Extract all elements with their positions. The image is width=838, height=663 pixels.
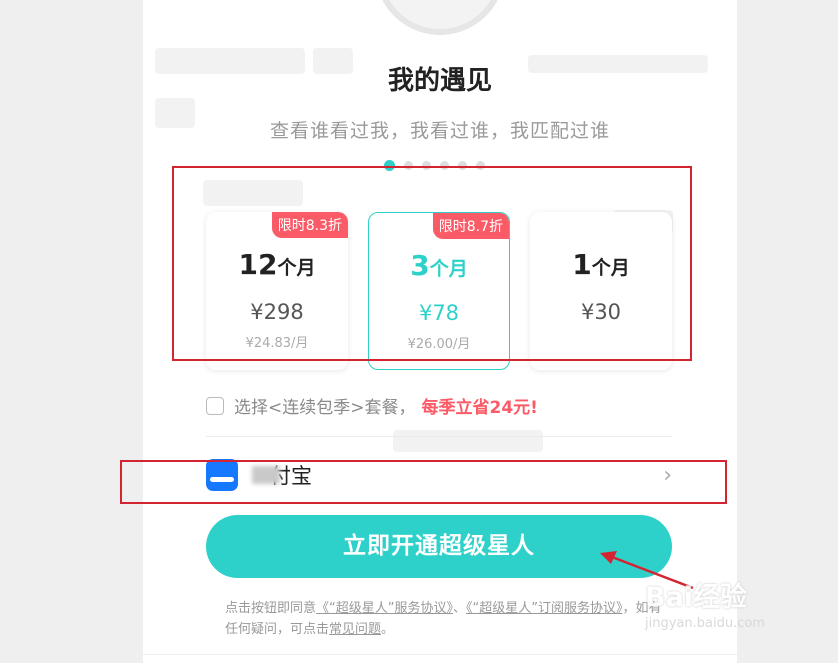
watermark-url: jingyan.baidu.com [645, 616, 765, 631]
annotation-arrow [600, 551, 694, 590]
watermark-logo: Bai经验 [645, 582, 748, 613]
watermark: Bai经验 jingyan.baidu.com [645, 575, 765, 631]
